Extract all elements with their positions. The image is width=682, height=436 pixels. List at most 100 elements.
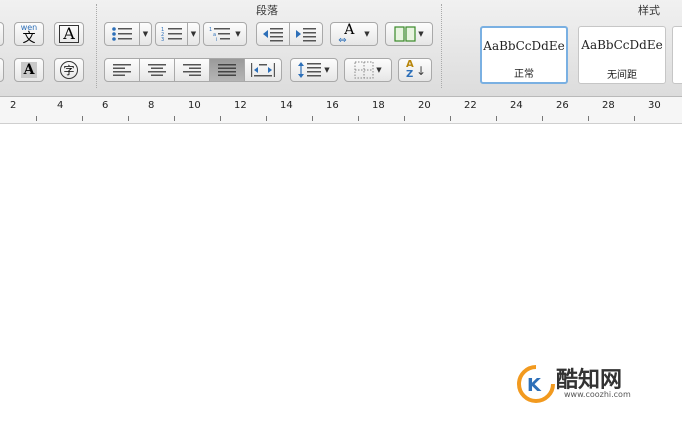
ruler-tick (404, 116, 405, 121)
chevron-down-icon: ▼ (235, 30, 241, 38)
style-name-label: 正常 (514, 69, 534, 80)
multilevel-list-icon: 1 a i (209, 27, 231, 42)
ruler-tick (450, 116, 451, 121)
style-name-label: 无间距 (607, 70, 637, 81)
ruler-tick (496, 116, 497, 121)
group-separator (96, 4, 97, 88)
ruler-label: 14 (280, 100, 293, 111)
increase-indent-icon (296, 28, 316, 42)
enclose-characters-button[interactable]: 字 (54, 58, 84, 82)
ruler-label: 26 (556, 100, 569, 111)
justify-button[interactable] (209, 58, 245, 82)
ruler-label: 6 (102, 100, 109, 111)
bullets-icon (112, 27, 132, 41)
distributed-align-button[interactable] (244, 58, 282, 82)
character-border-icon: A (59, 25, 79, 43)
distributed-align-icon (251, 63, 275, 77)
decrease-indent-button[interactable] (256, 22, 290, 46)
coozhi-logo-icon: K (517, 365, 555, 403)
bullets-dropdown[interactable]: ▼ (139, 22, 152, 46)
chevron-down-icon: ▼ (142, 30, 149, 38)
columns-icon (394, 26, 416, 42)
ruler-tick (174, 116, 175, 121)
ruler-label: 10 (188, 100, 201, 111)
sort-icon: A Z ↓ (403, 59, 427, 80)
line-spacing-icon (298, 62, 322, 78)
numbering-icon: 1 2 3 (161, 27, 182, 42)
align-right-button[interactable] (174, 58, 210, 82)
paragraph-group-title: 段落 (256, 4, 278, 17)
style-sample-text: AaBbCcDdEe (483, 39, 565, 53)
enclose-characters-icon: 字 (60, 61, 78, 79)
numbering-dropdown[interactable]: ▼ (187, 22, 200, 46)
justify-icon (218, 64, 236, 76)
line-spacing-button[interactable]: ▼ (290, 58, 338, 82)
ruler-tick (128, 116, 129, 121)
ruler-tick (588, 116, 589, 121)
ruler-label: 22 (464, 100, 477, 111)
bullets-button[interactable] (104, 22, 140, 46)
style-clipped-next[interactable] (672, 26, 682, 84)
watermark: K 酷知网 www.coozhi.com (512, 360, 652, 406)
chevron-down-icon: ▼ (418, 30, 424, 38)
font-clipped-button-bottom[interactable] (0, 58, 4, 82)
ruler-label: 30 (648, 100, 661, 111)
ruler-tick (266, 116, 267, 121)
ruler-tick (220, 116, 221, 121)
ruler-tick (82, 116, 83, 121)
ruler-label: 4 (57, 100, 64, 111)
styles-group-title: 样式 (638, 4, 660, 17)
chevron-down-icon: ▼ (190, 30, 197, 38)
borders-icon (354, 61, 374, 79)
sort-button[interactable]: A Z ↓ (398, 58, 432, 82)
style-normal[interactable]: AaBbCcDdEe 正常 (480, 26, 568, 84)
ruler-label: 2 (10, 100, 17, 111)
increase-indent-button[interactable] (289, 22, 323, 46)
ribbon: 段落 样式 wen 文 A A 字 ▼ 1 2 3 ▼ 1 a i ▼ A ⇔ … (0, 0, 682, 97)
arrow-down-icon: ↓ (416, 64, 427, 78)
watermark-url: www.coozhi.com (564, 390, 631, 399)
ruler-tick (312, 116, 313, 121)
style-no-spacing[interactable]: AaBbCcDdEe 无间距 (578, 26, 666, 84)
phonetic-guide-char: 文 (22, 30, 36, 46)
chevron-down-icon: ▼ (364, 30, 370, 38)
svg-text:i: i (216, 37, 217, 42)
ruler-tick (634, 116, 635, 121)
font-clipped-button-top[interactable] (0, 22, 4, 46)
sort-letter-z: Z (406, 69, 414, 80)
character-shading-button[interactable]: A (14, 58, 44, 82)
chevron-down-icon: ▼ (324, 66, 330, 74)
align-left-icon (113, 64, 131, 76)
ruler-tick (36, 116, 37, 121)
character-shading-icon: A (20, 62, 38, 78)
horizontal-ruler[interactable]: 2 4 6 8 10 12 14 16 18 20 22 24 26 28 30 (0, 97, 682, 124)
align-left-button[interactable] (104, 58, 140, 82)
columns-button[interactable]: ▼ (385, 22, 433, 46)
phonetic-guide-button[interactable]: wen 文 (14, 22, 44, 46)
borders-button[interactable]: ▼ (344, 58, 392, 82)
style-sample-text: AaBbCcDdEe (581, 38, 663, 52)
text-direction-icon: A ⇔ (338, 22, 362, 46)
align-center-icon (148, 64, 166, 76)
ruler-tick (358, 116, 359, 121)
align-center-button[interactable] (139, 58, 175, 82)
ruler-label: 28 (602, 100, 615, 111)
multilevel-list-button[interactable]: 1 a i ▼ (203, 22, 247, 46)
ruler-label: 18 (372, 100, 385, 111)
svg-text:K: K (527, 375, 542, 396)
text-direction-button[interactable]: A ⇔ ▼ (330, 22, 378, 46)
double-arrow-icon: ⇔ (338, 35, 347, 46)
chevron-down-icon: ▼ (376, 66, 382, 74)
ruler-tick (542, 116, 543, 121)
character-border-button[interactable]: A (54, 22, 84, 46)
align-right-icon (183, 64, 201, 76)
svg-text:1: 1 (209, 27, 212, 33)
ruler-label: 12 (234, 100, 247, 111)
numbering-button[interactable]: 1 2 3 (155, 22, 188, 46)
ruler-label: 16 (326, 100, 339, 111)
ruler-label: 8 (148, 100, 155, 111)
ruler-label: 20 (418, 100, 431, 111)
ruler-label: 24 (510, 100, 523, 111)
decrease-indent-icon (263, 28, 283, 42)
group-separator (441, 4, 442, 88)
